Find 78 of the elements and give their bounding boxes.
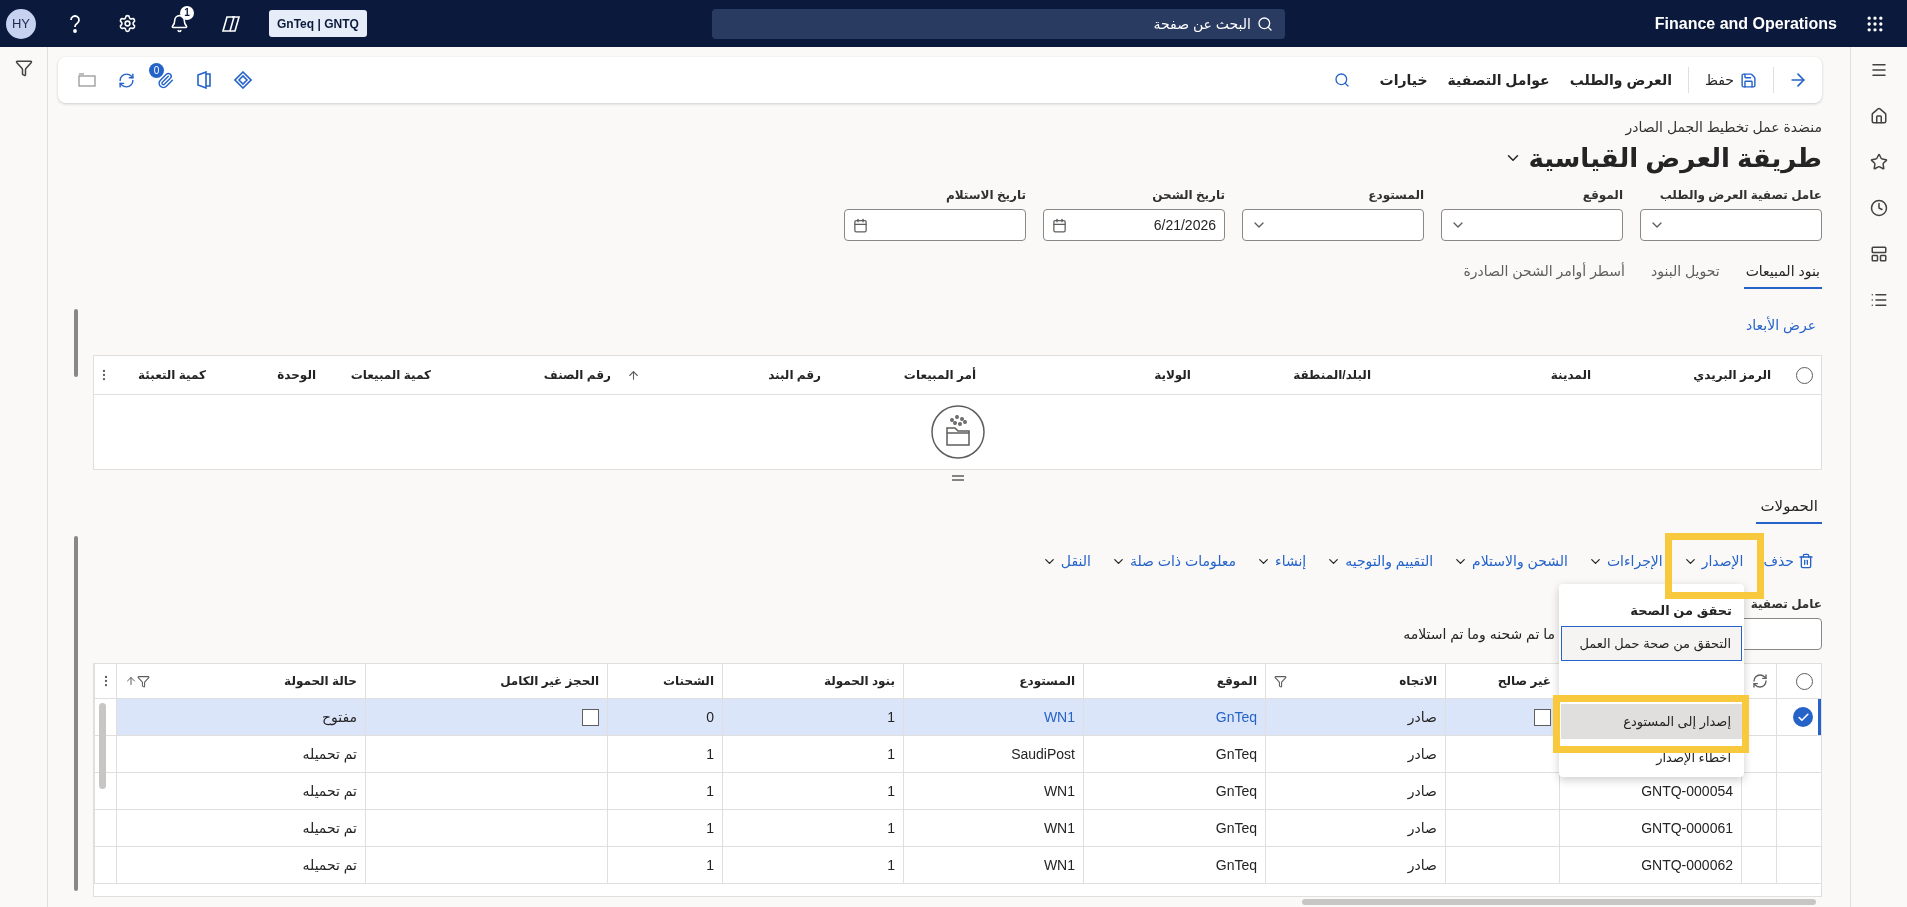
- field-label: تاريخ الشحن: [1152, 187, 1225, 203]
- table-cell: صادر: [1265, 810, 1445, 847]
- section-tab[interactable]: الحمولات: [1756, 492, 1822, 524]
- table-cell: تم تحميله: [116, 847, 365, 884]
- table-link[interactable]: WN1: [903, 699, 1083, 736]
- column-header[interactable]: رقم الصنف: [439, 356, 619, 394]
- tab[interactable]: تحويل البنود: [1649, 255, 1722, 289]
- date-field[interactable]: 6/21/2026: [1043, 209, 1225, 241]
- table-cell: 1: [722, 699, 903, 736]
- table-cell: 1: [722, 847, 903, 884]
- table-cell: WN1: [903, 773, 1083, 810]
- app-title: Finance and Operations: [1654, 14, 1837, 33]
- table-cell: 1: [722, 810, 903, 847]
- column-header[interactable]: البلد/المنطقة: [1199, 356, 1379, 394]
- toolbar-button[interactable]: خيارات: [1369, 66, 1438, 94]
- menu-item[interactable]: التحقق من صحة حمل العمل: [1561, 626, 1742, 661]
- menu-button[interactable]: معلومات ذات صلة: [1110, 553, 1237, 569]
- table-cell: GnTeq: [1083, 773, 1265, 810]
- menu-item[interactable]: إصدار إلى المستودع: [1561, 704, 1742, 739]
- menu-group-title: تحقق من الصحة: [1629, 602, 1733, 620]
- column-header[interactable]: كمية التعبئة: [114, 356, 214, 394]
- toolbar-button[interactable]: العرض والطلب: [1559, 66, 1682, 94]
- table-cell: تم تحميله: [116, 736, 365, 773]
- table-cell: صادر: [1265, 699, 1445, 736]
- table-cell: WN1: [903, 847, 1083, 884]
- table-link[interactable]: GnTeq: [1083, 699, 1265, 736]
- user-avatar[interactable]: HY: [6, 8, 36, 39]
- table-cell: 1: [607, 736, 722, 773]
- table-cell: SaudiPost: [903, 736, 1083, 773]
- notification-badge: 1: [180, 6, 194, 20]
- view-selector[interactable]: طريقة العرض القياسية: [1504, 141, 1822, 175]
- dimensions-link[interactable]: عرض الأبعاد: [1746, 315, 1816, 335]
- table-cell: صادر: [1265, 773, 1445, 810]
- table-cell: تم تحميله: [116, 810, 365, 847]
- table-cell: GnTeq: [1083, 847, 1265, 884]
- column-header[interactable]: الوحدة: [214, 356, 324, 394]
- table-cell: 1: [722, 773, 903, 810]
- table-cell: GnTeq: [1083, 810, 1265, 847]
- column-header[interactable]: الرمز البريدي: [1599, 356, 1779, 394]
- company-button[interactable]: GnTeq | GNTQ: [269, 10, 367, 37]
- column-header[interactable]: أمر المبيعات: [829, 356, 984, 394]
- column-header[interactable]: المدينة: [1379, 356, 1599, 394]
- table-cell: GnTeq: [1083, 736, 1265, 773]
- menu-button[interactable]: النقل: [1041, 553, 1091, 569]
- menu-button[interactable]: التقييم والتوجيه: [1326, 553, 1434, 569]
- table-cell: 1: [722, 736, 903, 773]
- tab[interactable]: بنود المبيعات: [1743, 255, 1822, 289]
- field-label: الموقع: [1582, 187, 1623, 203]
- table-cell: صادر: [1265, 736, 1445, 773]
- table-cell: WN1: [903, 810, 1083, 847]
- table-cell: GNTQ-000062: [1559, 847, 1741, 884]
- table-cell: GNTQ-000061: [1559, 810, 1741, 847]
- toolbar-button[interactable]: عوامل التصفية: [1437, 66, 1560, 94]
- toolbar-button[interactable]: حفظ: [1694, 65, 1767, 95]
- tab[interactable]: أسطر أوامر الشحن الصادرة: [1461, 255, 1627, 289]
- attachment-badge: 0: [149, 62, 164, 78]
- field-label: عامل تصفية العرض والطلب: [1659, 187, 1822, 203]
- field-label: عامل تصفية: [1750, 596, 1822, 612]
- table-cell: تم تحميله: [116, 773, 365, 810]
- column-header[interactable]: الولاية: [984, 356, 1199, 394]
- filter-option-text: ما تم شحنه وما تم استلامه: [1403, 625, 1555, 645]
- column-header[interactable]: رقم البند: [619, 356, 829, 394]
- page-caption: منضدة عمل تخطيط الجمل الصادر: [1624, 118, 1822, 137]
- menu-button[interactable]: الشحن والاستلام: [1453, 553, 1568, 569]
- field-label: المستودع: [1368, 187, 1424, 203]
- menu-button[interactable]: الإصدار: [1682, 553, 1744, 569]
- search-field[interactable]: البحث عن صفحة: [712, 8, 1285, 39]
- menu-button[interactable]: الإجراءات: [1587, 553, 1663, 569]
- field-label: تاريخ الاستلام: [945, 187, 1026, 203]
- table-cell: 1: [607, 810, 722, 847]
- table-cell: مفتوح: [116, 699, 365, 736]
- menu-button[interactable]: إنشاء: [1256, 553, 1307, 569]
- table-cell: 1: [607, 773, 722, 810]
- table-cell: 1: [607, 847, 722, 884]
- column-header[interactable]: كمية المبيعات: [324, 356, 439, 394]
- table-cell: 0: [607, 699, 722, 736]
- table-cell: صادر: [1265, 847, 1445, 884]
- delete-button[interactable]: حذف: [1763, 553, 1814, 569]
